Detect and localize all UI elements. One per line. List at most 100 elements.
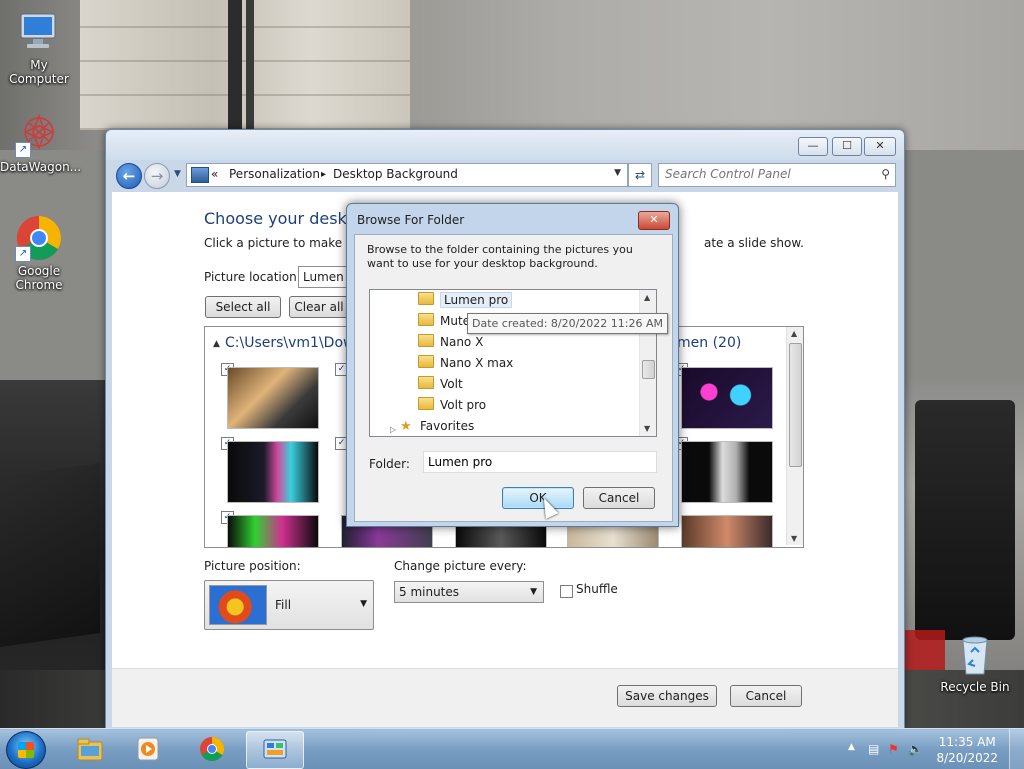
search-input[interactable] [659, 164, 865, 184]
clock[interactable]: 11:35 AM 8/20/2022 [936, 734, 998, 766]
tree-item-mute[interactable]: Mute [418, 311, 470, 332]
gallery-folder-count: men (20) [677, 335, 742, 351]
scroll-down-icon[interactable]: ▼ [644, 424, 650, 433]
wallpaper-thumbnail[interactable]: ✓ [219, 435, 325, 509]
ok-button[interactable]: OK [502, 487, 574, 509]
picture-location-select[interactable]: Lumen [298, 266, 350, 288]
dialog-title: Browse For Folder [357, 213, 465, 227]
navigation-bar: ← → ▼ « Personalization ▸ Desktop Backgr… [112, 160, 898, 192]
dialog-close-button[interactable]: ✕ [638, 211, 670, 230]
window-titlebar: — ☐ ✕ [106, 130, 904, 160]
shuffle-label[interactable]: Shuffle [576, 582, 618, 596]
dialog-cancel-button[interactable]: Cancel [583, 487, 655, 509]
refresh-button[interactable]: ⇄ [628, 163, 652, 187]
breadcrumb-overflow[interactable]: « [211, 167, 218, 181]
action-center-icon[interactable]: ⚑ [888, 742, 899, 756]
back-button[interactable]: ← [116, 163, 142, 189]
show-hidden-icons[interactable]: ▲ [848, 742, 855, 752]
scroll-up-icon[interactable]: ▲ [791, 329, 797, 338]
folder-icon [418, 376, 434, 389]
change-picture-label: Change picture every: [394, 559, 527, 573]
page-instruction-tail: ate a slide show. [704, 236, 804, 250]
breadcrumb-separator[interactable]: ▸ [321, 169, 326, 180]
taskbar-chrome[interactable] [184, 731, 240, 767]
breadcrumb-personalization[interactable]: Personalization [229, 167, 320, 181]
tree-item-lumen-pro[interactable]: Lumen pro [418, 290, 513, 311]
chrome-icon: ↗ [15, 214, 63, 262]
folder-icon [418, 313, 434, 326]
show-desktop-button[interactable] [1009, 729, 1024, 769]
chevron-down-icon: ▼ [530, 587, 537, 597]
scroll-down-icon[interactable]: ▼ [791, 534, 797, 543]
taskbar-control-panel[interactable] [246, 731, 304, 769]
save-changes-button[interactable]: Save changes [617, 685, 717, 707]
folder-label: Folder: [369, 457, 410, 471]
folder-icon [418, 292, 434, 305]
gallery-folder-path: C:\Users\vm1\Dow [225, 335, 355, 351]
taskbar: ▲ ▤ ⚑ 🔈 11:35 AM 8/20/2022 [0, 728, 1024, 769]
clear-all-button[interactable]: Clear all [289, 296, 349, 318]
wallpaper-thumbnail[interactable]: ✓ [673, 361, 779, 435]
volume-icon[interactable]: 🔈 [908, 742, 923, 756]
clock-time: 11:35 AM [938, 735, 996, 749]
desktop-icon-datawagon[interactable]: ↗ DataWagon... [0, 110, 81, 174]
picture-position-select[interactable]: Fill ▼ [204, 580, 374, 630]
folder-icon [418, 355, 434, 368]
star-folder-icon: ★ [400, 419, 412, 434]
desktop-icon-recycle-bin[interactable]: Recycle Bin [936, 630, 1014, 694]
start-button[interactable] [6, 731, 46, 769]
tree-item-volt[interactable]: Volt [418, 374, 463, 395]
wallpaper-thumbnail[interactable]: ✓ [219, 509, 325, 547]
dialog-instructions: Browse to the folder containing the pict… [367, 243, 633, 270]
wallpaper-thumbnail[interactable]: ✓ [219, 361, 325, 435]
folder-tree: Lumen pro Mute Nano X Nano X max Volt Vo… [369, 289, 657, 437]
address-bar[interactable]: « Personalization ▸ Desktop Background ▼ [186, 163, 628, 187]
picture-position-value: Fill [275, 598, 292, 612]
forward-button[interactable]: → [144, 163, 170, 189]
tree-item-volt-pro[interactable]: Volt pro [418, 395, 486, 416]
wallpaper-thumbnail[interactable]: ✓ [673, 435, 779, 509]
change-picture-interval-select[interactable]: 5 minutes ▼ [394, 581, 544, 603]
tree-scrollbar[interactable]: ▲ ▼ [639, 290, 656, 436]
page-instruction: Click a picture to make it y [204, 236, 365, 250]
tree-item-nano-x-max[interactable]: Nano X max [418, 353, 513, 374]
shuffle-checkbox[interactable] [560, 585, 573, 598]
folder-date-tooltip: Date created: 8/20/2022 11:26 AM [467, 313, 669, 334]
control-panel-icon [263, 739, 287, 759]
close-button[interactable]: ✕ [864, 137, 896, 156]
recent-pages-dropdown[interactable]: ▼ [174, 169, 181, 179]
gallery-scrollbar[interactable]: ▲ ▼ [786, 327, 803, 545]
tree-item-nano-x[interactable]: Nano X [418, 332, 483, 353]
chevron-down-icon: ▼ [360, 599, 367, 609]
window-footer: Save changes Cancel [112, 668, 898, 727]
search-icon[interactable]: ⚲ [881, 167, 890, 181]
browse-for-folder-dialog: Browse For Folder ✕ Browse to the folder… [346, 203, 679, 527]
scroll-thumb[interactable] [642, 360, 655, 379]
taskbar-media-player[interactable] [120, 731, 176, 767]
expand-arrow-icon[interactable]: ▷ [390, 425, 396, 434]
scroll-thumb[interactable] [789, 343, 802, 467]
breadcrumb-desktop-background[interactable]: Desktop Background [333, 167, 458, 181]
change-interval-value: 5 minutes [399, 585, 460, 599]
maximize-button[interactable]: ☐ [832, 137, 862, 156]
folder-icon [418, 397, 434, 410]
system-tray: ▲ ▤ ⚑ 🔈 11:35 AM 8/20/2022 [834, 729, 1024, 769]
folder-name-field[interactable] [423, 451, 657, 473]
cancel-button[interactable]: Cancel [730, 685, 802, 707]
position-preview-image [209, 585, 267, 625]
select-all-button[interactable]: Select all [205, 296, 281, 318]
tree-item-favorites[interactable]: ★ Favorites [400, 416, 474, 436]
address-dropdown-icon[interactable]: ▼ [614, 168, 621, 178]
network-icon[interactable]: ▤ [868, 742, 879, 756]
scroll-up-icon[interactable]: ▲ [644, 293, 650, 302]
desktop-icon-label: Recycle Bin [940, 680, 1010, 694]
collapse-icon[interactable]: ▲ [213, 339, 220, 349]
minimize-button[interactable]: — [798, 137, 828, 156]
taskbar-explorer[interactable] [62, 731, 118, 767]
desktop-icon-my-computer[interactable]: My Computer [0, 8, 78, 86]
chrome-icon [200, 737, 225, 762]
desktop-icon-google-chrome[interactable]: ↗ Google Chrome [0, 214, 78, 292]
media-player-icon [137, 737, 159, 761]
control-panel-icon [191, 167, 209, 183]
wallpaper-thumbnail[interactable] [673, 509, 779, 547]
